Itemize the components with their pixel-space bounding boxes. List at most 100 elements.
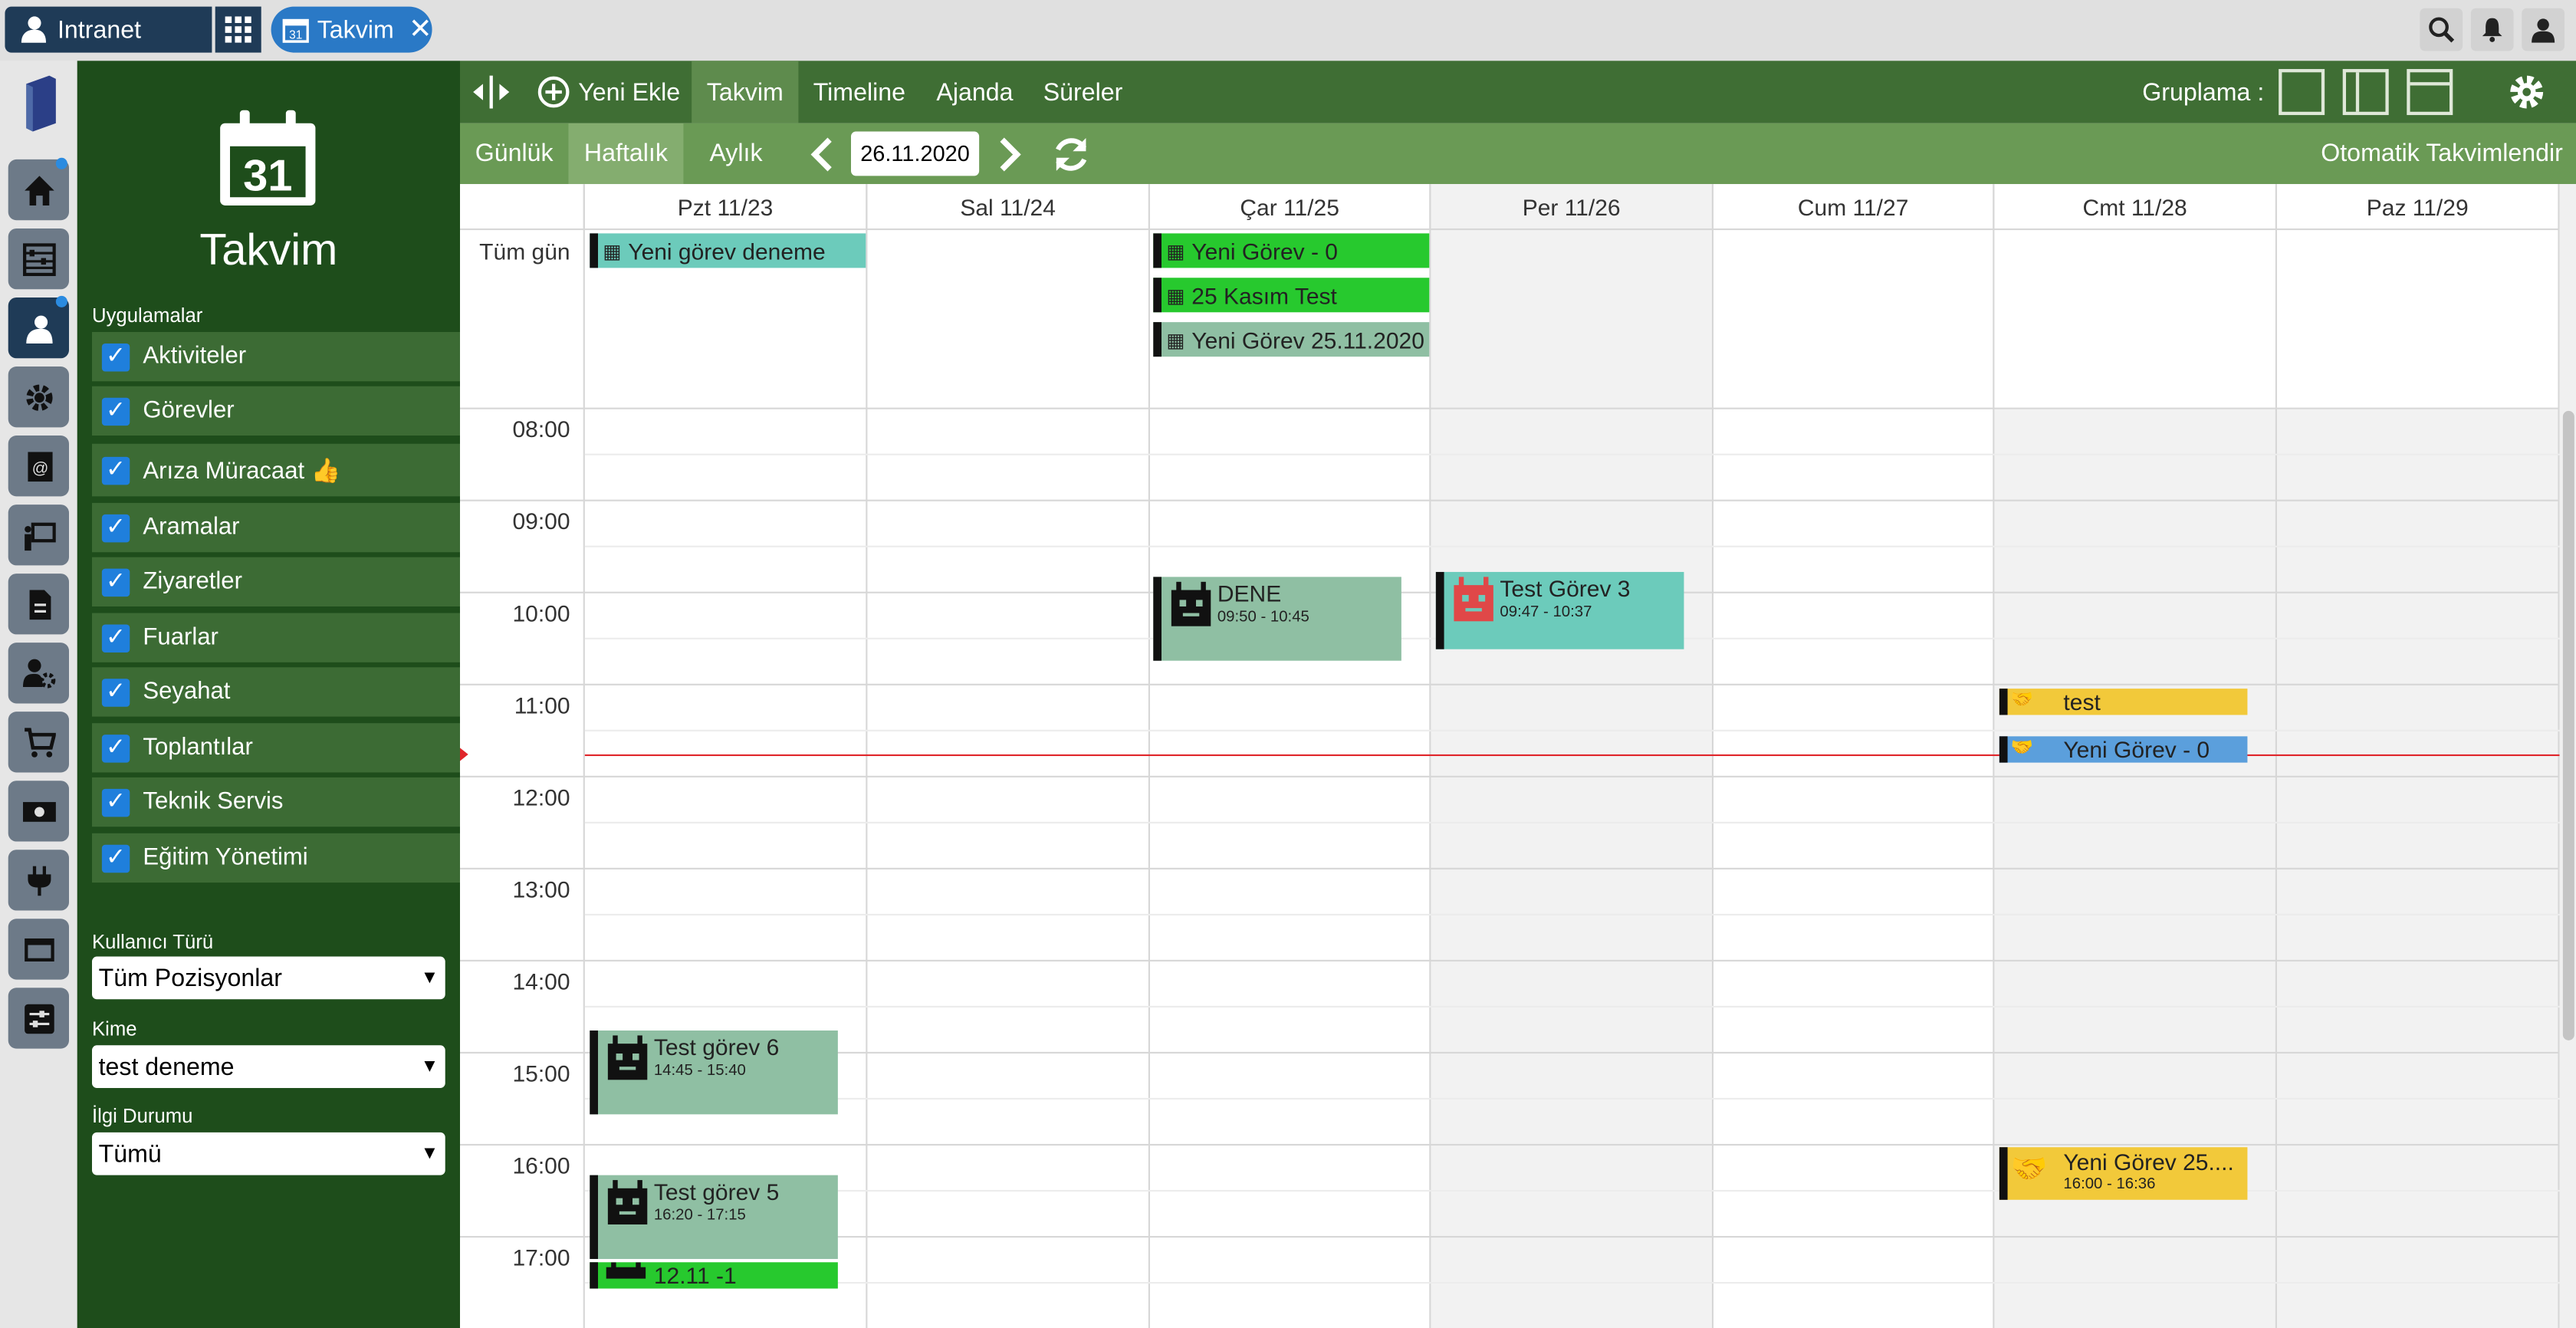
- rail-presentation[interactable]: [8, 505, 69, 566]
- checkbox-checked-icon[interactable]: ✓: [101, 843, 130, 873]
- allday-event[interactable]: ▦ Yeni Görev - 0: [1153, 233, 1430, 268]
- checkbox-checked-icon[interactable]: ✓: [101, 678, 130, 706]
- checkbox-checked-icon[interactable]: ✓: [101, 342, 130, 371]
- checkbox-checked-icon[interactable]: ✓: [101, 567, 130, 597]
- rail-integrations[interactable]: [8, 850, 69, 911]
- app-filter-fuarlar[interactable]: ✓ Fuarlar: [92, 613, 521, 662]
- profile-button[interactable]: [2522, 8, 2564, 51]
- auto-sync-button[interactable]: Otomatik Takvimlendir: [2308, 123, 2563, 184]
- interest-select[interactable]: Tümü ▼: [92, 1132, 445, 1175]
- scrollbar-thumb[interactable]: [2562, 410, 2574, 1040]
- event-block[interactable]: Test Görev 3 09:47 - 10:37: [1435, 571, 1684, 649]
- rail-user-settings[interactable]: [8, 643, 69, 704]
- side-title: Takvim: [199, 225, 338, 274]
- refresh-icon: [1056, 136, 1087, 170]
- day-header-tue[interactable]: Sal 11/24: [867, 184, 1150, 231]
- tab-sureler[interactable]: Süreler: [1043, 61, 1134, 123]
- rail-window[interactable]: [8, 919, 69, 980]
- to-select[interactable]: test deneme ▼: [92, 1045, 445, 1089]
- allday-event[interactable]: ▦ Yeni görev deneme: [590, 233, 866, 268]
- checkbox-checked-icon[interactable]: ✓: [101, 455, 130, 485]
- rail-settings[interactable]: [8, 367, 69, 428]
- app-filter-toplantilar[interactable]: ✓ Toplantılar: [92, 723, 521, 773]
- layout-single-icon[interactable]: [2279, 69, 2325, 116]
- event-block[interactable]: 🤝 test: [1999, 689, 2248, 715]
- user-type-select[interactable]: Tüm Pozisyonlar ▼: [92, 956, 445, 1000]
- rail-contacts[interactable]: @: [8, 436, 69, 497]
- intranet-button[interactable]: Intranet: [5, 6, 212, 53]
- settings-button[interactable]: [2502, 61, 2551, 123]
- day-header-fri[interactable]: Cum 11/27: [1714, 184, 1995, 231]
- prev-week-button[interactable]: [802, 123, 841, 184]
- checkbox-checked-icon[interactable]: ✓: [101, 396, 130, 426]
- handshake-icon: 🤝: [2010, 690, 2034, 711]
- view-monthly[interactable]: Aylık: [695, 123, 777, 184]
- view-weekly[interactable]: Haftalık: [568, 123, 684, 185]
- checkbox-checked-icon[interactable]: ✓: [101, 513, 130, 542]
- apps-grid-button[interactable]: [215, 6, 261, 53]
- rail-calendar[interactable]: [8, 295, 69, 359]
- to-label: Kime: [92, 1017, 137, 1040]
- rail-shop[interactable]: [8, 712, 69, 773]
- date-input[interactable]: 26.11.2020: [851, 131, 980, 176]
- day-header-wed[interactable]: Çar 11/25: [1150, 184, 1431, 231]
- event-block[interactable]: 12.11 -1: [590, 1262, 838, 1289]
- checkbox-checked-icon[interactable]: ✓: [101, 623, 130, 652]
- tab-takvim-view[interactable]: Takvim: [692, 61, 799, 123]
- day-header-mon[interactable]: Pzt 11/23: [584, 184, 868, 231]
- checkbox-checked-icon[interactable]: ✓: [101, 787, 130, 817]
- collapse-panel-button[interactable]: [467, 61, 516, 123]
- robot-icon: [1454, 577, 1493, 622]
- rail-documents[interactable]: [8, 574, 69, 635]
- tab-ajanda[interactable]: Ajanda: [936, 61, 1027, 123]
- intranet-label: Intranet: [58, 15, 142, 44]
- rail-home[interactable]: [8, 157, 69, 221]
- view-daily[interactable]: Günlük: [460, 123, 568, 184]
- app-filter-seyahat[interactable]: ✓ Seyahat: [92, 667, 521, 717]
- rail-reports[interactable]: [8, 228, 69, 290]
- apps-label: Uygulamalar: [92, 304, 203, 327]
- plug-icon: [27, 865, 51, 896]
- calendar-grid-icon: ▦: [1166, 283, 1185, 307]
- allday-event[interactable]: ▦ 25 Kasım Test: [1153, 278, 1430, 313]
- app-filter-aramalar[interactable]: ✓ Aramalar: [92, 502, 521, 553]
- app-filter-ziyaretler[interactable]: ✓ Ziyaretler: [92, 557, 521, 606]
- calendar-icon: 31: [282, 18, 310, 43]
- time-label: 09:00: [512, 508, 570, 534]
- grid-icon: [225, 16, 251, 43]
- notifications-button[interactable]: [2470, 8, 2514, 51]
- book-logo-icon[interactable]: [20, 74, 59, 133]
- day-header-sat[interactable]: Cmt 11/28: [1994, 184, 2277, 231]
- app-filter-teknik-servis[interactable]: ✓ Teknik Servis: [92, 777, 521, 827]
- event-block[interactable]: DENE 09:50 - 10:45: [1153, 577, 1401, 661]
- app-filter-egitim[interactable]: ✓ Eğitim Yönetimi: [92, 833, 521, 883]
- event-block[interactable]: Test görev 6 14:45 - 15:40: [590, 1031, 838, 1115]
- calendar-side-panel: 31 Takvim Uygulamalar ✓ Aktiviteler ✓ Göre…: [77, 61, 521, 1328]
- search-icon: [2429, 17, 2455, 43]
- tab-takvim[interactable]: 31 Takvim ✕: [271, 6, 432, 53]
- refresh-button[interactable]: [1046, 123, 1096, 184]
- layout-sidebar-icon[interactable]: [2342, 69, 2389, 116]
- calendar-grid-icon: ▦: [603, 238, 622, 262]
- event-block[interactable]: Test görev 5 16:20 - 17:15: [590, 1175, 838, 1259]
- chevron-left-icon: [810, 136, 832, 171]
- layout-header-icon[interactable]: [2407, 69, 2453, 116]
- rail-finance[interactable]: [8, 781, 69, 842]
- close-icon[interactable]: ✕: [409, 13, 432, 46]
- checkbox-checked-icon[interactable]: ✓: [101, 734, 130, 762]
- tab-timeline[interactable]: Timeline: [813, 61, 912, 123]
- search-button[interactable]: [2420, 8, 2463, 51]
- chevron-down-icon: ▼: [420, 1057, 439, 1077]
- day-header-thu[interactable]: Per 11/26: [1431, 184, 1714, 231]
- new-add-button[interactable]: Yeni Ekle: [537, 61, 685, 123]
- app-filter-aktiviteler[interactable]: ✓ Aktiviteler: [92, 331, 521, 382]
- rail-filters[interactable]: [8, 988, 69, 1049]
- event-block[interactable]: 🤝 Yeni Görev 25.... 16:00 - 16:36: [1999, 1147, 2248, 1200]
- user-gear-icon: [21, 658, 55, 688]
- next-week-button[interactable]: [991, 123, 1030, 184]
- app-filter-ariza[interactable]: ✓ Arıza Müracaat 👍: [92, 443, 521, 497]
- app-filter-gorevler[interactable]: ✓ Görevler: [92, 386, 521, 436]
- event-block[interactable]: 🤝 Yeni Görev - 0: [1999, 736, 2248, 763]
- allday-event[interactable]: ▦ Yeni Görev 25.11.2020: [1153, 322, 1430, 357]
- day-header-sun[interactable]: Paz 11/29: [2277, 184, 2560, 231]
